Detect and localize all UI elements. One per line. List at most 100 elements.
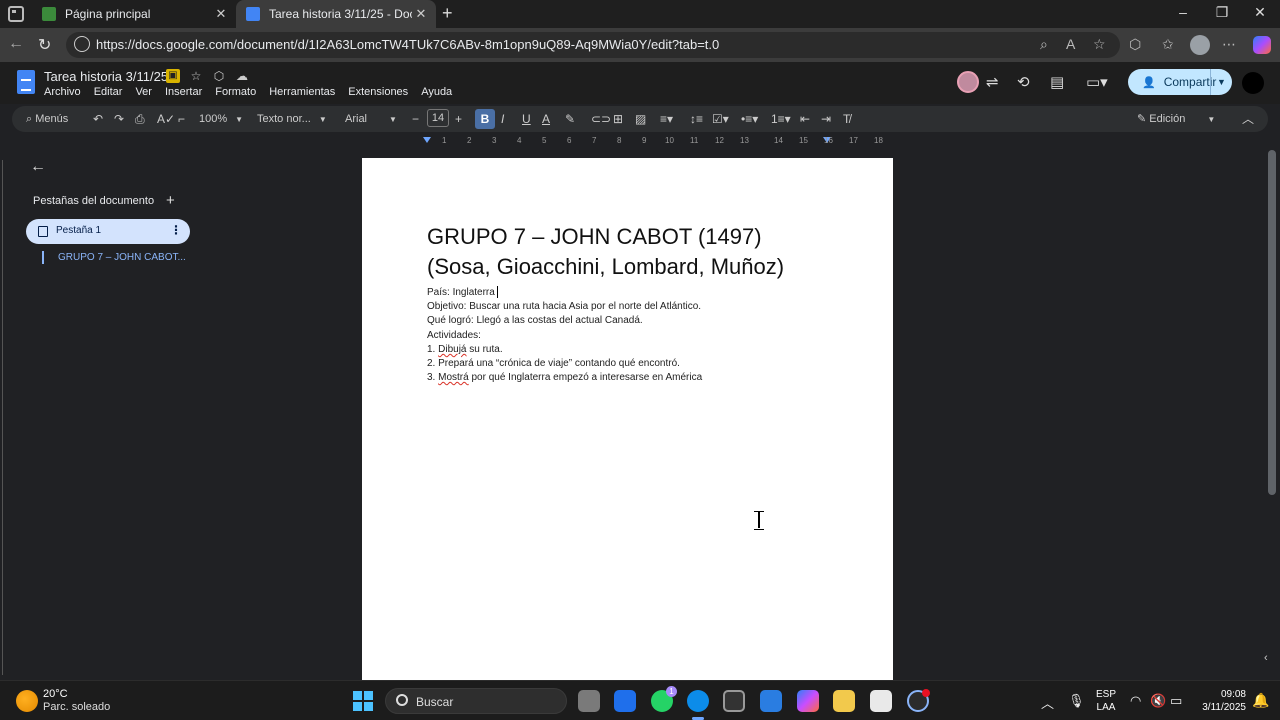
font-size-field[interactable]: 14 <box>427 109 449 127</box>
share-dropdown-icon[interactable]: ▼ <box>1210 69 1232 95</box>
minimize-icon[interactable]: – <box>1173 4 1193 20</box>
close-tab-icon[interactable]: ✕ <box>412 6 430 22</box>
editing-mode-select[interactable]: ✎ Edición ▼ <box>1137 111 1215 127</box>
left-indent-marker[interactable] <box>423 137 431 143</box>
bulleted-list-icon[interactable]: •≡▾ <box>741 111 758 127</box>
whatsapp-icon[interactable]: 1 <box>651 686 677 712</box>
docs-logo-icon[interactable] <box>17 70 35 94</box>
edge-browser-icon[interactable] <box>687 690 709 720</box>
app-hexagon-icon[interactable] <box>723 690 745 712</box>
add-tab-icon[interactable]: + <box>166 192 175 209</box>
document-body[interactable]: País: Inglaterra Objetivo: Buscar una ru… <box>427 286 702 385</box>
volume-muted-icon[interactable]: 🔇 <box>1150 693 1166 709</box>
menu-extensiones[interactable]: Extensiones <box>348 86 408 98</box>
explore-chevron-icon[interactable]: ‹ <box>1264 652 1268 664</box>
increase-font-size-icon[interactable]: + <box>455 111 462 127</box>
menu-ver[interactable]: Ver <box>135 86 152 98</box>
font-select[interactable]: Arial ▼ <box>345 111 397 127</box>
star-icon[interactable]: ☆ <box>189 69 203 83</box>
task-view-icon[interactable] <box>578 690 600 712</box>
more-options-icon[interactable]: ⋯ <box>1222 36 1236 53</box>
bold-button[interactable]: B <box>475 109 495 129</box>
decrease-indent-icon[interactable]: ⇤ <box>800 111 810 127</box>
collapse-toolbar-icon[interactable]: ︿ <box>1242 111 1254 127</box>
checklist-icon[interactable]: ☑▾ <box>712 111 729 127</box>
redo-icon[interactable]: ↷ <box>114 111 124 127</box>
file-explorer-icon[interactable] <box>833 690 855 712</box>
search-menus-field[interactable]: ⌕ Menús <box>26 111 68 127</box>
microsoft-store-icon[interactable] <box>760 690 782 712</box>
copilot-icon[interactable] <box>1253 36 1271 54</box>
menu-insertar[interactable]: Insertar <box>165 86 202 98</box>
microphone-icon[interactable]: 🎙 <box>1068 693 1085 709</box>
menu-ayuda[interactable]: Ayuda <box>421 86 452 98</box>
copilot-app-icon[interactable] <box>797 690 819 712</box>
highlight-icon[interactable]: ✎ <box>565 111 575 127</box>
settings-app-icon[interactable] <box>907 689 930 712</box>
weather-sun-icon[interactable] <box>16 690 38 712</box>
notifications-icon[interactable]: 🔔 <box>1252 692 1269 709</box>
vertical-scrollbar[interactable] <box>1268 150 1276 495</box>
share-button[interactable]: 👤 Compartir ▼ <box>1128 69 1232 95</box>
paint-format-icon[interactable]: ⌐ <box>178 111 185 127</box>
close-tab-icon[interactable]: ✕ <box>212 6 230 22</box>
version-history-icon[interactable]: ⟲ <box>1017 73 1030 91</box>
add-comment-icon[interactable]: ⊞ <box>613 111 623 127</box>
meet-icon[interactable]: ▭▾ <box>1086 73 1108 91</box>
cloud-saved-icon[interactable]: ☁ <box>235 69 249 83</box>
tab-pagina-principal[interactable]: Página principal ✕ <box>32 0 236 28</box>
text-color-icon[interactable]: A <box>542 111 550 127</box>
window-menu-icon[interactable] <box>8 6 24 22</box>
zoom-icon[interactable]: ⌕ <box>1040 36 1048 53</box>
favorites-icon[interactable]: ✩ <box>1162 36 1174 53</box>
show-hidden-icons-icon[interactable]: ︿ <box>1041 693 1054 712</box>
spelling-flagged-word[interactable]: Mostrá <box>438 372 469 383</box>
document-heading[interactable]: GRUPO 7 – JOHN CABOT (1497) (Sosa, Gioac… <box>427 222 867 282</box>
horizontal-ruler[interactable]: 1 2 3 4 5 6 7 8 9 10 11 12 13 14 15 16 1… <box>362 136 892 148</box>
paragraph-style-select[interactable]: Texto nor... ▼ <box>257 111 327 127</box>
spellcheck-icon[interactable]: A✓ <box>157 111 175 127</box>
decrease-font-size-icon[interactable]: − <box>412 111 419 127</box>
extensions-icon[interactable]: ⬡ <box>1129 36 1141 53</box>
gemini-icon[interactable]: ⇌ <box>986 73 999 91</box>
profile-icon[interactable] <box>1190 35 1210 55</box>
move-icon[interactable]: ▣ <box>166 69 180 83</box>
underline-icon[interactable]: U <box>522 111 531 127</box>
clear-formatting-icon[interactable]: T̸ <box>843 111 850 127</box>
taskbar-search[interactable]: Buscar <box>385 688 567 714</box>
video-app-icon[interactable] <box>870 690 892 712</box>
input-language[interactable]: ESP LAA <box>1096 688 1116 714</box>
line-spacing-icon[interactable]: ↕≡ <box>690 111 703 127</box>
print-icon[interactable]: ⎙ <box>135 111 145 127</box>
document-title[interactable]: Tarea historia 3/11/25 <box>44 69 168 84</box>
italic-icon[interactable]: I <box>501 111 504 127</box>
outline-heading-link[interactable]: GRUPO 7 – JOHN CABOT... <box>58 252 186 263</box>
collaborator-avatar[interactable] <box>957 71 979 93</box>
whiteboard-app-icon[interactable] <box>614 690 636 712</box>
tab-options-icon[interactable]: ⋮ <box>170 223 182 237</box>
undo-icon[interactable]: ↶ <box>93 111 103 127</box>
menu-herramientas[interactable]: Herramientas <box>269 86 335 98</box>
zoom-select[interactable]: 100% ▼ <box>199 111 243 127</box>
close-outline-icon[interactable]: ← <box>30 158 46 176</box>
system-clock[interactable]: 09:08 3/11/2025 <box>1196 688 1246 714</box>
weather-temperature[interactable]: 20°C <box>43 688 68 700</box>
close-window-icon[interactable]: ✕ <box>1250 4 1270 21</box>
insert-link-icon[interactable]: ⊂⊃ <box>591 111 611 127</box>
site-info-icon[interactable] <box>74 36 90 52</box>
tab-tarea-historia[interactable]: Tarea historia 3/11/25 - Documen ✕ <box>236 0 436 28</box>
spelling-flagged-word[interactable]: Dibujá <box>438 344 466 355</box>
maximize-icon[interactable]: ❐ <box>1212 4 1232 21</box>
battery-icon[interactable]: ▭ <box>1170 693 1182 709</box>
menu-formato[interactable]: Formato <box>215 86 256 98</box>
increase-indent-icon[interactable]: ⇥ <box>821 111 831 127</box>
numbered-list-icon[interactable]: 1≡▾ <box>771 111 791 127</box>
align-icon[interactable]: ≡▾ <box>660 111 673 127</box>
comments-icon[interactable]: ▤ <box>1050 73 1064 91</box>
weather-description[interactable]: Parc. soleado <box>43 701 110 713</box>
read-aloud-icon[interactable]: A <box>1066 36 1075 52</box>
menu-archivo[interactable]: Archivo <box>44 86 81 98</box>
url-field[interactable]: https://docs.google.com/document/d/1I2A6… <box>66 32 1120 58</box>
menu-editar[interactable]: Editar <box>94 86 123 98</box>
reload-icon[interactable]: ↻ <box>38 35 51 55</box>
